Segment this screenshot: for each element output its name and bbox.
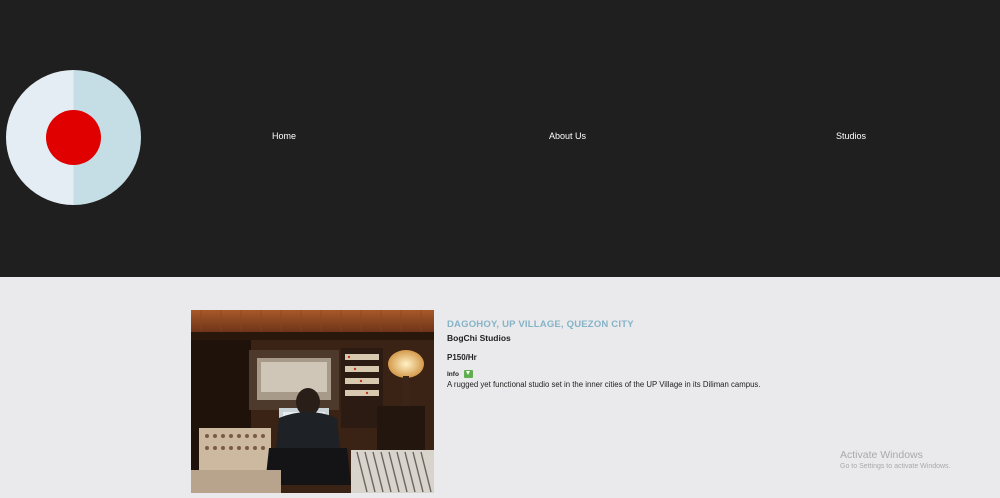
chevron-down-icon[interactable] bbox=[463, 370, 473, 378]
watermark-subtitle: Go to Settings to activate Windows. bbox=[840, 463, 951, 470]
site-logo[interactable] bbox=[6, 70, 141, 205]
site-header: Home About Us Studios bbox=[0, 0, 1000, 277]
studio-info: DAGOHOY, UP VILLAGE, QUEZON CITY BogChi … bbox=[447, 319, 867, 389]
studio-description: A rugged yet functional studio set in th… bbox=[447, 380, 761, 389]
nav-home-link[interactable]: Home bbox=[272, 131, 296, 141]
info-label: Info bbox=[447, 370, 459, 378]
activate-windows-watermark: Activate Windows Go to Settings to activ… bbox=[840, 449, 951, 470]
info-toggle[interactable]: Info bbox=[447, 370, 867, 378]
logo-record-dot bbox=[46, 110, 101, 165]
studio-photo[interactable] bbox=[191, 310, 434, 493]
studio-location[interactable]: DAGOHOY, UP VILLAGE, QUEZON CITY bbox=[447, 319, 867, 330]
nav-about-us-link[interactable]: About Us bbox=[549, 131, 586, 141]
studio-name: BogChi Studios bbox=[447, 333, 511, 343]
nav-studios-link[interactable]: Studios bbox=[836, 131, 866, 141]
watermark-title: Activate Windows bbox=[840, 449, 923, 461]
studio-photo-image bbox=[191, 310, 434, 493]
studio-price: P150/Hr bbox=[447, 353, 477, 362]
